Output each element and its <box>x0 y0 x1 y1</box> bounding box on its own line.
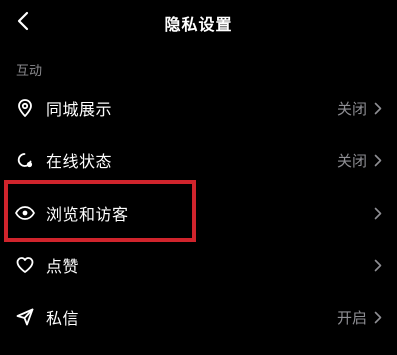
privacy-settings-screen: 隐私设置 互动 同城展示 关闭 在线状态 关闭 浏览和访客 点赞 私信 开启 <box>0 0 397 355</box>
setting-row-label: 在线状态 <box>46 152 113 171</box>
chevron-right-icon <box>373 206 383 220</box>
setting-row-value: 开启 <box>336 308 367 327</box>
location-pin-icon <box>14 97 36 119</box>
chevron-right-icon <box>373 258 383 272</box>
section-label-interaction: 互动 <box>16 64 43 79</box>
setting-row-online-status[interactable]: 在线状态 关闭 <box>0 135 397 185</box>
setting-row-value: 关闭 <box>336 99 367 118</box>
setting-row-direct-messages[interactable]: 私信 开启 <box>0 292 397 342</box>
chevron-right-icon <box>373 310 383 324</box>
setting-row-likes[interactable]: 点赞 <box>0 240 397 290</box>
setting-row-label: 私信 <box>46 309 80 328</box>
setting-row-label: 浏览和访客 <box>46 205 129 224</box>
page-title: 隐私设置 <box>164 15 233 34</box>
setting-row-value: 关闭 <box>336 151 367 170</box>
setting-row-views-and-visitors[interactable]: 浏览和访客 <box>0 188 397 238</box>
eye-icon <box>14 202 36 224</box>
chevron-right-icon <box>373 101 383 115</box>
setting-row-label: 同城展示 <box>46 100 113 119</box>
setting-row-local-display[interactable]: 同城展示 关闭 <box>0 83 397 133</box>
online-status-icon <box>14 149 36 171</box>
chevron-right-icon <box>373 153 383 167</box>
heart-icon <box>14 254 36 276</box>
setting-row-label: 点赞 <box>46 257 80 276</box>
send-message-icon <box>14 306 36 328</box>
header-bar: 隐私设置 <box>0 0 397 44</box>
